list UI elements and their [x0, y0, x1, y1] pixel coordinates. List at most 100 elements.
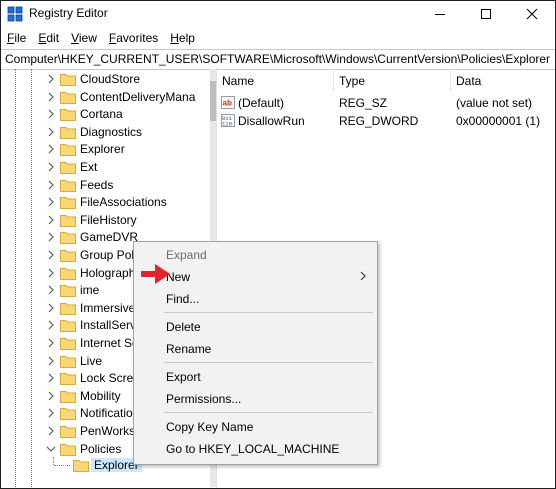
- tree-item-label: Mobility: [80, 388, 121, 403]
- folder-icon: [60, 162, 76, 174]
- chevron-right-icon[interactable]: [46, 162, 56, 172]
- folder-icon: [60, 355, 76, 368]
- chevron-right-icon: [360, 271, 366, 281]
- menu-item-permissions[interactable]: Permissions...: [134, 388, 377, 410]
- tree-item[interactable]: Cortana: [1, 106, 210, 123]
- menu-help[interactable]: Help: [164, 28, 201, 48]
- tree-item-label: Internet Se: [80, 336, 139, 350]
- string-value-icon: ab: [221, 96, 235, 109]
- menu-item-rename[interactable]: Rename: [134, 338, 377, 360]
- column-header-name[interactable]: Name: [222, 74, 254, 88]
- folder-icon: [60, 408, 76, 421]
- menu-item-copy-key-name[interactable]: Copy Key Name: [134, 416, 377, 438]
- chevron-right-icon[interactable]: [46, 408, 56, 418]
- chevron-right-icon[interactable]: [46, 232, 56, 242]
- chevron-down-icon[interactable]: [46, 444, 56, 454]
- maximize-button[interactable]: [463, 1, 509, 27]
- tree-item[interactable]: Feeds: [1, 177, 210, 194]
- folder-icon: [60, 250, 76, 262]
- chevron-right-icon[interactable]: [46, 92, 56, 102]
- tree-item[interactable]: CloudStore: [1, 71, 210, 88]
- folder-icon: [60, 74, 76, 86]
- menu-view[interactable]: View: [65, 28, 103, 48]
- maximize-icon: [481, 9, 491, 19]
- menu-file[interactable]: File: [1, 28, 32, 48]
- folder-icon: [60, 267, 76, 280]
- menu-separator: [164, 312, 373, 313]
- folder-icon: [60, 390, 76, 403]
- chevron-right-icon[interactable]: [46, 338, 56, 348]
- chevron-right-icon[interactable]: [46, 391, 56, 401]
- folder-icon: [73, 460, 89, 472]
- chevron-right-icon[interactable]: [46, 180, 56, 190]
- tree-item-label: Explorer: [80, 142, 125, 157]
- value-data: 0x00000001 (1): [456, 114, 541, 128]
- menu-item-find[interactable]: Find...: [134, 288, 377, 310]
- tree-item-label: Policies: [80, 441, 122, 456]
- chevron-right-icon[interactable]: [46, 250, 56, 260]
- column-header-type[interactable]: Type: [339, 74, 365, 88]
- chevron-right-icon[interactable]: [46, 356, 56, 366]
- close-button[interactable]: [509, 1, 555, 27]
- tree-item-label: InstallServ: [80, 318, 137, 333]
- dword-value-icon: 011 110: [221, 114, 235, 127]
- chevron-right-icon[interactable]: [46, 109, 56, 119]
- menu-edit[interactable]: Edit: [32, 28, 65, 48]
- registry-editor-icon: [7, 6, 23, 22]
- value-name: (Default): [238, 96, 285, 110]
- column-divider[interactable]: [450, 69, 451, 91]
- menu-item-export[interactable]: Export: [134, 366, 377, 388]
- tree-item-label: Feeds: [80, 177, 114, 192]
- svg-text:ab: ab: [223, 99, 232, 108]
- tree-item[interactable]: Explorer: [1, 141, 210, 158]
- chevron-right-icon[interactable]: [46, 144, 56, 154]
- value-row[interactable]: 011 110 DisallowRun REG_DWORD 0x00000001…: [217, 112, 555, 130]
- tree-item[interactable]: ContentDeliveryMana: [1, 89, 210, 106]
- folder-icon: [60, 426, 76, 438]
- menu-item-delete[interactable]: Delete: [134, 316, 377, 338]
- title-bar: Registry Editor: [1, 1, 555, 27]
- tree-item[interactable]: FileAssociations: [1, 194, 210, 211]
- value-name: DisallowRun: [238, 114, 305, 128]
- folder-icon: [60, 338, 76, 350]
- tree-item-label: Ext: [80, 160, 98, 174]
- tree-item-label: Immersive: [80, 300, 136, 315]
- chevron-right-icon[interactable]: [46, 320, 56, 330]
- folder-icon: [60, 91, 76, 104]
- chevron-right-icon[interactable]: [46, 215, 56, 225]
- chevron-right-icon[interactable]: [46, 303, 56, 313]
- value-type: REG_DWORD: [339, 114, 419, 128]
- menu-separator: [164, 362, 373, 363]
- minimize-button[interactable]: [417, 1, 463, 27]
- chevron-right-icon[interactable]: [46, 268, 56, 278]
- tree-item-label: Diagnostics: [80, 124, 143, 139]
- tree-item[interactable]: FileHistory: [1, 212, 210, 229]
- chevron-right-icon[interactable]: [46, 74, 56, 84]
- folder-icon: [60, 214, 76, 227]
- folder-icon: [60, 144, 76, 157]
- value-data: (value not set): [456, 96, 533, 110]
- column-header-data[interactable]: Data: [456, 74, 481, 88]
- registry-editor-window: Registry Editor File Edit View Favorites…: [0, 0, 556, 489]
- tree-item-label: Holograph: [80, 265, 136, 280]
- chevron-right-icon[interactable]: [46, 285, 56, 295]
- address-bar[interactable]: Computer\HKEY_CURRENT_USER\SOFTWARE\Micr…: [1, 49, 555, 70]
- minimize-icon: [435, 14, 445, 15]
- tree-item[interactable]: Diagnostics: [1, 124, 210, 141]
- menu-favorites[interactable]: Favorites: [103, 28, 164, 48]
- chevron-right-icon[interactable]: [46, 127, 56, 137]
- folder-icon: [60, 197, 76, 210]
- menu-bar: File Edit View Favorites Help: [1, 28, 555, 48]
- chevron-right-icon[interactable]: [46, 197, 56, 207]
- tree-item[interactable]: Ext: [1, 159, 210, 176]
- chevron-right-icon[interactable]: [46, 373, 56, 383]
- folder-icon: [60, 320, 76, 333]
- window-title: Registry Editor: [29, 6, 108, 20]
- tree-item-label: GameDVR: [80, 230, 139, 245]
- menu-item-go-to-hklm[interactable]: Go to HKEY_LOCAL_MACHINE: [134, 438, 377, 460]
- value-row[interactable]: ab (Default) REG_SZ (value not set): [217, 94, 555, 112]
- column-divider[interactable]: [333, 69, 334, 91]
- svg-text:110: 110: [222, 121, 232, 128]
- tree-item-label: Cortana: [80, 107, 123, 122]
- chevron-right-icon[interactable]: [46, 426, 56, 436]
